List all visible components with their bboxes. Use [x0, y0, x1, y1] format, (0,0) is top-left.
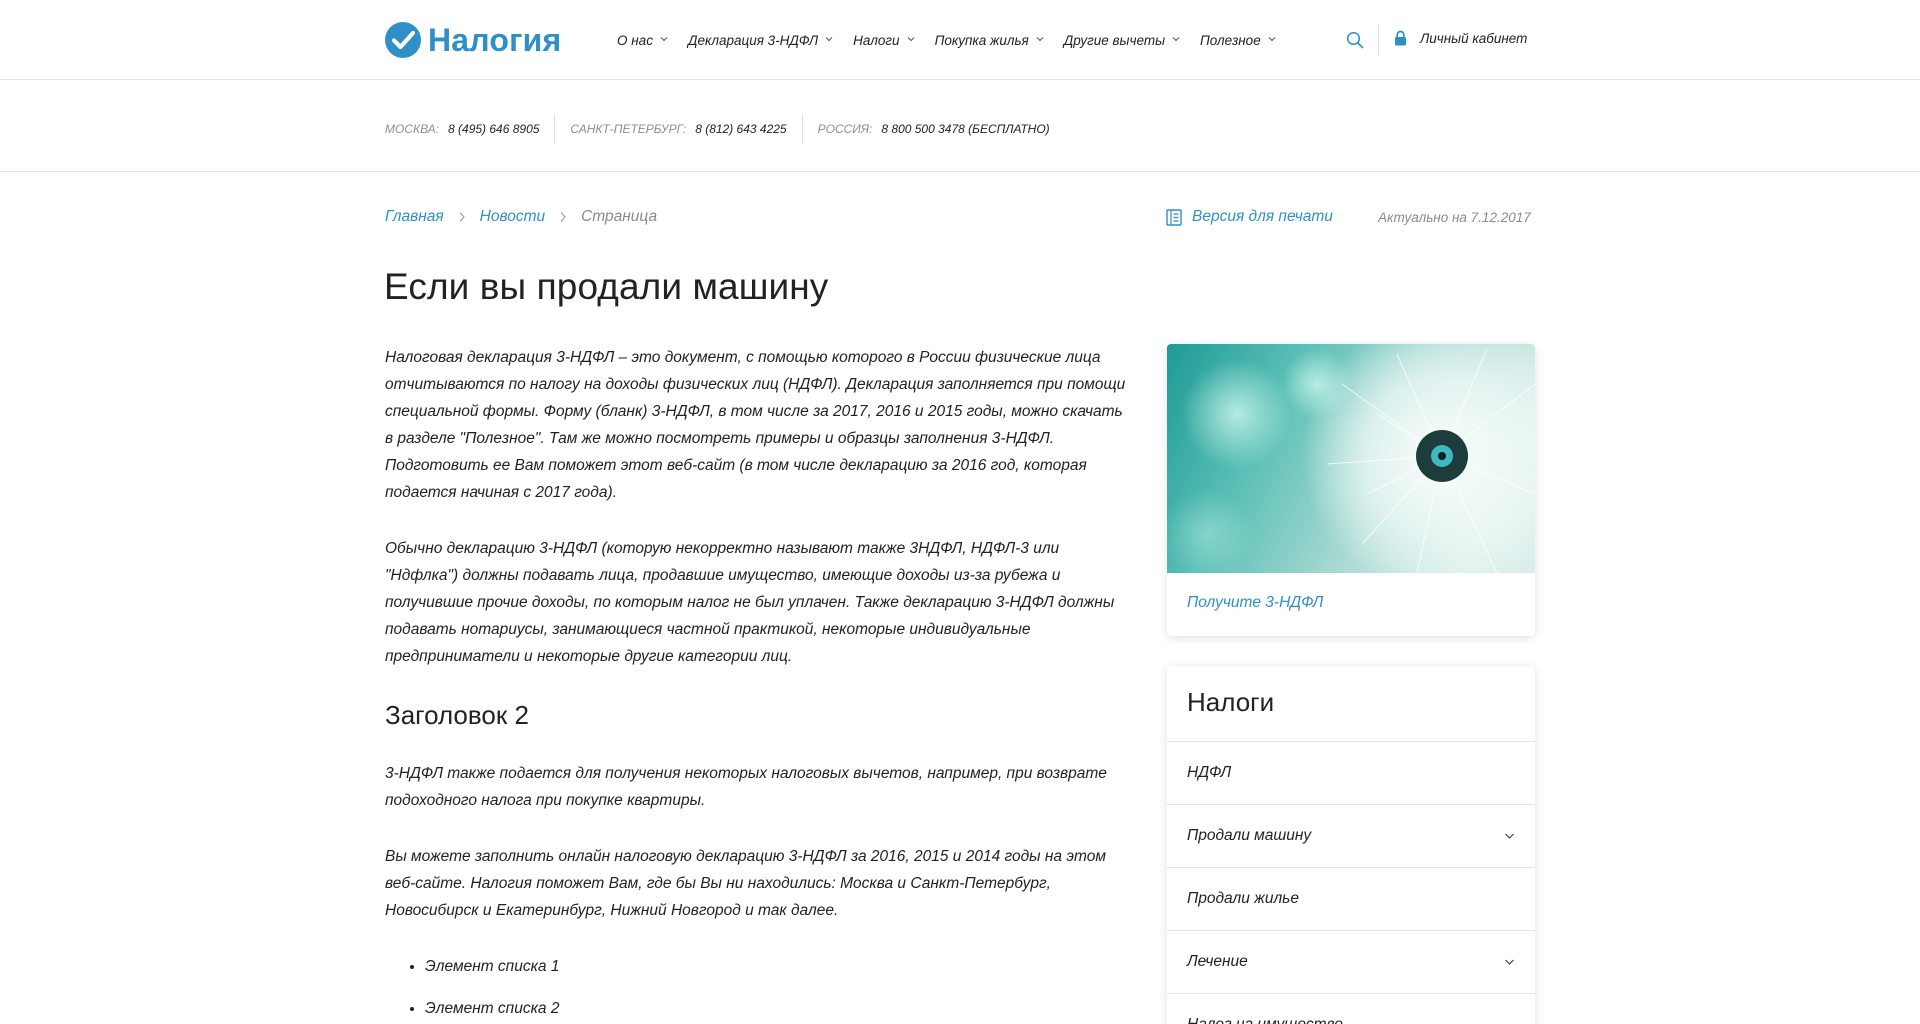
chevron-down-icon: [1172, 37, 1180, 42]
header-divider: [1378, 24, 1379, 56]
chevron-down-icon: [660, 37, 668, 42]
phone-city: Санкт-Петербург:: [570, 122, 687, 136]
chevron-down-icon: [825, 37, 833, 42]
phone-divider: [554, 114, 556, 144]
taxes-menu: Налоги НДФЛ Продали машину Продали жилье…: [1167, 666, 1535, 1024]
menu-item-label: Налог на имущество: [1187, 1016, 1343, 1024]
menu-item-sold-housing[interactable]: Продали жилье: [1167, 868, 1535, 931]
phone-list: Москва: 8 (495) 646 8905 Санкт-Петербург…: [385, 114, 1050, 144]
menu-item-label: Продали жилье: [1187, 890, 1299, 907]
article-paragraph: 3-НДФЛ также подается для получения неко…: [385, 765, 1107, 809]
list-item: Элемент списка 1: [425, 953, 1135, 980]
dandelion-image: [1167, 344, 1535, 573]
nav-item-useful[interactable]: Полезное: [1200, 31, 1276, 49]
menu-item-property-tax[interactable]: Налог на имущество: [1167, 994, 1535, 1024]
nav-item-label: Декларация 3-НДФЛ: [687, 32, 819, 48]
list-item: Элемент списка 2: [425, 995, 1135, 1022]
main-nav: О нас Декларация 3-НДФЛ Налоги Покупка ж…: [617, 31, 1296, 49]
menu-item-ndfl[interactable]: НДФЛ: [1167, 742, 1535, 805]
promo-link[interactable]: Получите 3-НДФЛ: [1187, 594, 1323, 612]
site-logo[interactable]: Налогия: [385, 21, 561, 58]
cabinet-label: Личный кабинет: [1420, 30, 1528, 46]
chevron-down-icon[interactable]: [1504, 958, 1515, 966]
logo-text: Налогия: [428, 21, 562, 58]
breadcrumb-home[interactable]: Главная: [385, 208, 444, 226]
chevron-down-icon: [907, 37, 914, 42]
menu-item-treatment[interactable]: Лечение: [1167, 931, 1535, 994]
phone-divider: [801, 114, 803, 144]
breadcrumb: Главная Новости Страница: [385, 208, 657, 226]
article-body: Налоговая декларация 3-НДФЛ – это докуме…: [385, 344, 1135, 1024]
personal-cabinet-link[interactable]: Личный кабинет: [1394, 30, 1527, 46]
phone-russia: Россия: 8 800 500 3478 (БЕСПЛАТНО): [818, 122, 1050, 136]
chevron-down-icon: [1036, 37, 1044, 42]
print-icon: [1166, 208, 1182, 226]
breadcrumb-current: Страница: [581, 208, 658, 225]
phone-city: Москва:: [385, 122, 440, 136]
phone-city: Россия:: [817, 122, 873, 136]
promo-card[interactable]: Получите 3-НДФЛ: [1167, 344, 1535, 636]
article-paragraph: Вы можете заполнить онлайн налоговую дек…: [385, 848, 1106, 919]
nav-item-label: Полезное: [1200, 32, 1261, 48]
phone-moscow: Москва: 8 (495) 646 8905: [385, 122, 539, 136]
phone-number[interactable]: 8 (495) 646 8905: [448, 122, 539, 136]
chevron-right-icon: [560, 212, 566, 222]
page-title: Если вы продали машину: [384, 266, 829, 307]
lock-icon: [1395, 30, 1406, 46]
nav-item-housing[interactable]: Покупка жилья: [935, 31, 1044, 49]
menu-item-label: Лечение: [1187, 953, 1248, 970]
article-paragraph: Налоговая декларация 3-НДФЛ – это докуме…: [385, 349, 1126, 501]
menu-item-label: НДФЛ: [1187, 764, 1232, 781]
menu-item-label: Продали машину: [1187, 827, 1312, 844]
actual-date: Актуально на 7.12.2017: [1378, 210, 1531, 225]
chevron-right-icon: [459, 212, 465, 222]
article-list: Элемент списка 1 Элемент списка 2: [425, 953, 1135, 1022]
menu-title: Налоги: [1167, 666, 1535, 742]
chevron-down-icon[interactable]: [1504, 832, 1515, 840]
menu-item-sold-car[interactable]: Продали машину: [1167, 805, 1535, 868]
nav-item-label: Налоги: [853, 32, 900, 48]
chevron-down-icon: [1268, 37, 1276, 42]
breadcrumb-news[interactable]: Новости: [480, 208, 545, 226]
article-subheading: Заголовок 2: [385, 700, 529, 730]
nav-item-label: О нас: [617, 32, 653, 48]
nav-item-label: Другие вычеты: [1063, 32, 1166, 48]
phone-number[interactable]: 8 (812) 643 4225: [695, 122, 786, 136]
phones-bar: Москва: 8 (495) 646 8905 Санкт-Петербург…: [0, 81, 1920, 172]
phone-spb: Санкт-Петербург: 8 (812) 643 4225: [570, 122, 786, 136]
nav-item-about[interactable]: О нас: [617, 31, 668, 49]
nav-item-other-deductions[interactable]: Другие вычеты: [1064, 31, 1180, 49]
print-version-link[interactable]: Версия для печати: [1166, 208, 1333, 226]
nav-item-taxes[interactable]: Налоги: [853, 31, 914, 49]
print-label: Версия для печати: [1192, 208, 1333, 225]
checkmark-logo-icon: [385, 21, 421, 58]
phone-number[interactable]: 8 800 500 3478 (БЕСПЛАТНО): [881, 122, 1049, 136]
site-header: Налогия О нас Декларация 3-НДФЛ Налоги П…: [0, 0, 1920, 80]
nav-item-declaration[interactable]: Декларация 3-НДФЛ: [688, 31, 833, 49]
nav-item-label: Покупка жилья: [934, 32, 1029, 48]
article-paragraph: Обычно декларацию 3-НДФЛ (которую некорр…: [385, 540, 1115, 665]
search-icon[interactable]: [1346, 31, 1364, 49]
